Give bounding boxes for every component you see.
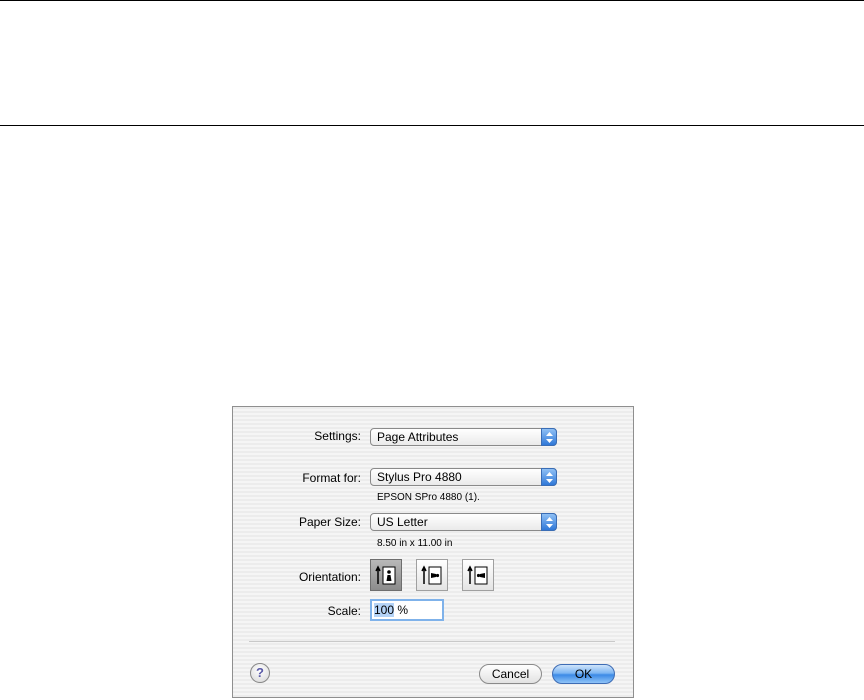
top-rule	[0, 0, 864, 1]
help-icon: ?	[256, 665, 264, 680]
cancel-button[interactable]: Cancel	[479, 664, 542, 684]
format-for-value: Stylus Pro 4880	[377, 470, 462, 484]
paper-size-label: Paper Size:	[298, 515, 361, 529]
separator	[249, 641, 615, 642]
popup-arrows-icon	[541, 428, 557, 446]
landscape-right-icon	[467, 565, 488, 585]
scale-unit: %	[394, 603, 409, 617]
scale-value: 100	[374, 603, 395, 617]
settings-value: Page Attributes	[377, 430, 459, 444]
orientation-landscape-right-button[interactable]	[462, 559, 494, 591]
help-button[interactable]: ?	[250, 663, 270, 683]
orientation-portrait-button[interactable]	[370, 559, 402, 591]
scale-input[interactable]: 100 %	[370, 599, 444, 621]
page-setup-dialog: Settings: Page Attributes Format for: St…	[232, 406, 634, 698]
settings-popup[interactable]: Page Attributes	[370, 428, 557, 446]
popup-arrows-icon	[541, 513, 557, 531]
paper-size-popup[interactable]: US Letter	[370, 513, 557, 531]
landscape-left-icon	[421, 565, 442, 585]
portrait-icon	[375, 565, 396, 585]
orientation-landscape-left-button[interactable]	[416, 559, 448, 591]
format-for-popup[interactable]: Stylus Pro 4880	[370, 468, 557, 486]
popup-arrows-icon	[541, 468, 557, 486]
ok-button[interactable]: OK	[552, 664, 615, 684]
paper-size-detail: 8.50 in x 11.00 in	[377, 538, 453, 549]
format-for-label: Format for:	[302, 471, 361, 485]
paper-size-value: US Letter	[377, 515, 428, 529]
orientation-label: Orientation:	[298, 570, 361, 584]
settings-label: Settings:	[314, 429, 361, 443]
scale-label: Scale:	[327, 604, 361, 618]
middle-rule	[0, 125, 864, 126]
printer-detail: EPSON SPro 4880 (1).	[377, 492, 480, 503]
